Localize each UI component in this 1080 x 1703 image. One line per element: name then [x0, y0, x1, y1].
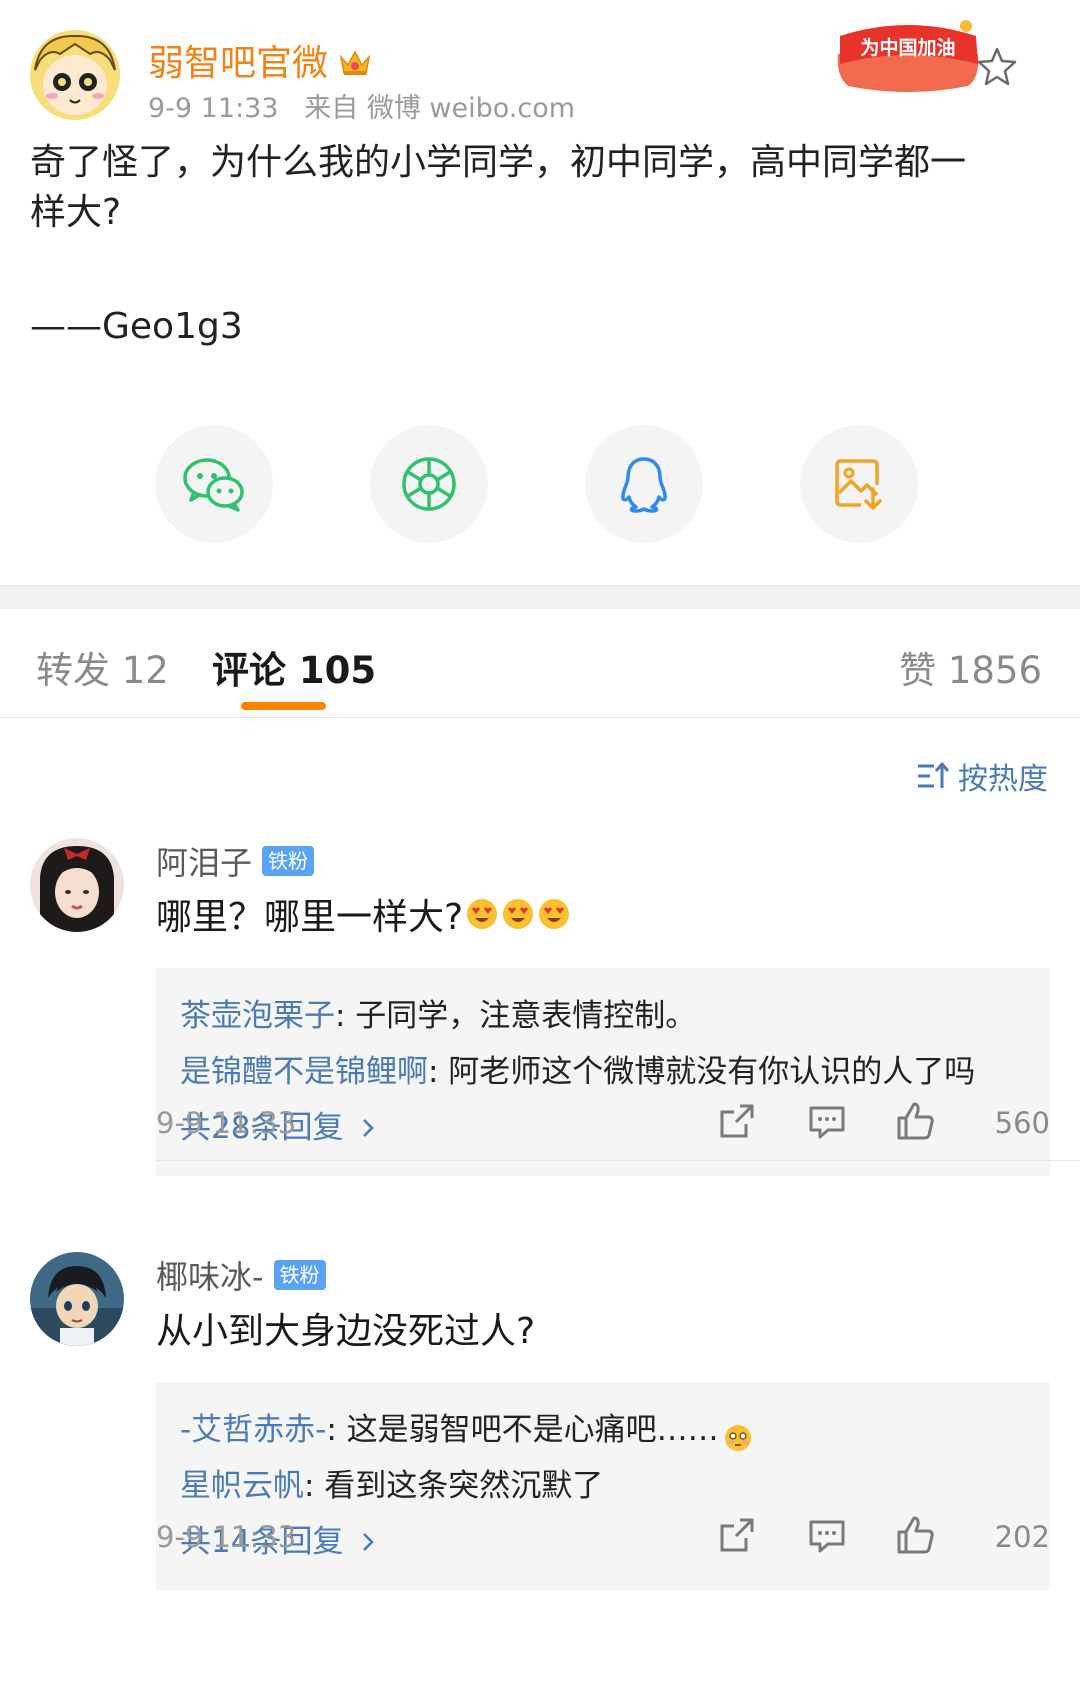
comment-text-body: 从小到大身边没死过人? [156, 1311, 536, 1352]
tab-likes[interactable]: 赞 1856 [899, 640, 1042, 694]
qq-icon [621, 457, 667, 513]
wechat-icon [183, 458, 244, 512]
author-name[interactable]: 弱智吧官微 [148, 34, 372, 86]
post-signature: ——Geo1g3 [30, 306, 243, 347]
star-icon[interactable] [974, 44, 1020, 90]
comment-footer: 9-9 11:33 560 [156, 1098, 1050, 1148]
reply-text: : 这是弱智吧不是心痛吧…… [326, 1412, 719, 1448]
flushed-emoji-icon [723, 1415, 753, 1451]
like-icon[interactable] [894, 1514, 936, 1556]
author-name-text[interactable]: 弱智吧官微 [148, 34, 328, 86]
crown-icon [338, 45, 372, 75]
commenter-name-text[interactable]: 椰味冰- [156, 1252, 264, 1298]
post-body-text: 奇了怪了，为什么我的小学同学，初中同学，高中同学都一 样大? [30, 142, 967, 233]
commenter-name[interactable]: 椰味冰- 铁粉 [156, 1252, 326, 1298]
tab-comments[interactable]: 评论 105 [212, 640, 376, 694]
comment-text: 从小到大身边没死过人? [156, 1302, 535, 1354]
share-moments-button[interactable] [370, 425, 488, 543]
moments-icon [402, 457, 456, 511]
fan-badge: 铁粉 [273, 1260, 326, 1290]
like-icon[interactable] [894, 1100, 936, 1142]
heart-eyes-emoji-icon [501, 897, 535, 931]
like-count: 560 [994, 1106, 1050, 1140]
fan-badge: 铁粉 [262, 846, 315, 876]
author-avatar[interactable] [30, 30, 120, 120]
comment-text: 哪里？哪里一样大? [156, 888, 571, 940]
like-count: 202 [994, 1520, 1050, 1554]
badge-text: 为中国加油 [860, 36, 955, 59]
post-header: 弱智吧官微 9-9 11:33 来自 微博 weibo.com 为中国加油 [30, 20, 1050, 128]
reply-line[interactable]: 星帜云帆 : 看到这条突然沉默了 [180, 1458, 1026, 1514]
comment-time: 9-9 11:33 [156, 1106, 297, 1140]
share-wechat-button[interactable] [155, 425, 273, 543]
reply-line[interactable]: -艾哲赤赤- : 这是弱智吧不是心痛吧…… [180, 1402, 1026, 1458]
comment-icon[interactable] [806, 1100, 848, 1142]
tab-bar: 转发 12 评论 105 赞 1856 [0, 610, 1080, 718]
reply-text: : 看到这条突然沉默了 [304, 1468, 604, 1504]
share-qq-button[interactable] [585, 425, 703, 543]
reply-line[interactable]: 茶壶泡栗子 : 子同学，注意表情控制。 [180, 988, 1026, 1044]
post-timestamp: 9-9 11:33 [148, 93, 279, 124]
reply-text: : 阿老师这个微博就没有你认识的人了吗 [428, 1054, 976, 1090]
post-meta: 9-9 11:33 来自 微博 weibo.com [148, 86, 575, 125]
reply-user[interactable]: 星帜云帆 [180, 1458, 304, 1514]
reply-text: : 子同学，注意表情控制。 [335, 998, 697, 1034]
comment-time: 9-9 11:33 [156, 1520, 297, 1554]
reply-user[interactable]: 是锦醴不是锦鲤啊 [180, 1044, 428, 1100]
sort-toggle[interactable]: 按热度 [916, 754, 1048, 798]
comment-footer: 9-9 11:33 202 [156, 1512, 1050, 1562]
commenter-name[interactable]: 阿泪子 铁粉 [156, 838, 315, 884]
section-separator [0, 585, 1080, 609]
save-image-button[interactable] [800, 425, 918, 543]
commenter-name-text[interactable]: 阿泪子 [156, 838, 252, 884]
reply-line[interactable]: 是锦醴不是锦鲤啊 : 阿老师这个微博就没有你认识的人了吗 [180, 1044, 1026, 1100]
active-tab-indicator [241, 702, 326, 710]
comment-divider [156, 1160, 1080, 1161]
comment-text-body: 哪里？哪里一样大? [156, 897, 464, 938]
repost-icon[interactable] [716, 1514, 758, 1556]
sort-icon [918, 762, 950, 788]
reply-user[interactable]: -艾哲赤赤- [180, 1402, 326, 1458]
comment-icon[interactable] [806, 1514, 848, 1556]
china-cheer-badge: 为中国加油 [828, 16, 988, 108]
post-source: 来自 微博 weibo.com [304, 93, 576, 124]
commenter-avatar[interactable] [30, 1252, 124, 1346]
reply-user[interactable]: 茶壶泡栗子 [180, 988, 335, 1044]
post-body: 奇了怪了，为什么我的小学同学，初中同学，高中同学都一 样大? [30, 138, 1030, 238]
commenter-avatar[interactable] [30, 838, 124, 932]
share-row [0, 425, 1080, 545]
repost-icon[interactable] [716, 1100, 758, 1142]
tab-reposts[interactable]: 转发 12 [36, 640, 169, 694]
heart-eyes-emoji-icon [465, 897, 499, 931]
sort-label[interactable]: 按热度 [958, 754, 1048, 798]
save-image-icon [835, 459, 882, 510]
heart-eyes-emoji-icon [537, 897, 571, 931]
